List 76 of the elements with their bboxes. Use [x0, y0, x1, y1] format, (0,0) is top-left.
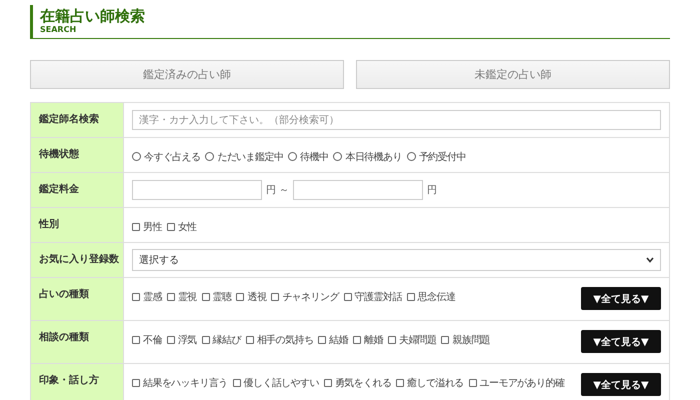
radio-option[interactable]: 本日待機あり: [333, 150, 402, 164]
checkbox-option[interactable]: ユーモアがあり的確: [468, 376, 564, 390]
checkbox[interactable]: [166, 293, 175, 301]
checkbox-option[interactable]: 結果をハッキリ言う: [132, 376, 228, 390]
checkbox-option[interactable]: 不倫: [132, 333, 162, 347]
row-label: 印象・話し方: [31, 364, 124, 400]
checkbox[interactable]: [132, 336, 140, 344]
checkbox[interactable]: [344, 293, 352, 301]
checkbox-option[interactable]: チャネリング: [271, 290, 339, 304]
radio-button[interactable]: [288, 152, 298, 161]
checkbox[interactable]: [324, 379, 332, 387]
checkbox-option[interactable]: 夫婦問題: [388, 333, 436, 347]
checkbox[interactable]: [318, 336, 326, 344]
checkbox[interactable]: [166, 336, 175, 344]
checkbox-option[interactable]: 浮気: [166, 333, 197, 347]
row-label: 鑑定料金: [31, 173, 124, 207]
price-min-field[interactable]: [132, 180, 262, 200]
row-label: 性別: [31, 208, 124, 242]
checkbox[interactable]: [396, 379, 404, 387]
checkbox[interactable]: [246, 336, 254, 344]
radio-button[interactable]: [205, 152, 214, 161]
favorites-dropdown[interactable]: 選択する: [132, 249, 661, 271]
checkbox-option[interactable]: 癒しで溢れる: [396, 376, 464, 390]
price-max-field[interactable]: [293, 180, 424, 200]
checkbox[interactable]: [388, 336, 396, 344]
checkbox-option[interactable]: 親族問題: [441, 333, 490, 347]
checkbox-option[interactable]: 勇気をくれる: [324, 376, 392, 390]
filter-button[interactable]: 鑑定済みの占い師: [30, 60, 344, 89]
checkbox-option[interactable]: 霊聴: [202, 290, 232, 304]
checkbox[interactable]: [232, 379, 241, 387]
show-all-button[interactable]: ▼全て見る▼: [581, 287, 661, 310]
section-subtitle: SEARCH: [40, 25, 78, 35]
checkbox-option[interactable]: 結婚: [318, 333, 348, 347]
show-all-button[interactable]: ▼全て見る▼: [581, 373, 661, 396]
filter-button[interactable]: 未鑑定の占い師: [356, 60, 670, 89]
checkbox[interactable]: [236, 293, 244, 301]
price-unit: 円: [427, 184, 438, 197]
price-unit: 円 ～: [266, 184, 290, 197]
checkbox[interactable]: [202, 336, 210, 344]
show-all-button[interactable]: ▼全て見る▼: [581, 330, 661, 353]
row-label: 占いの種類: [31, 278, 124, 320]
checkbox[interactable]: [468, 379, 477, 387]
row-label: お気に入り登録数: [31, 243, 124, 277]
radio-button[interactable]: [132, 152, 141, 161]
radio-button[interactable]: [406, 152, 416, 161]
radio-option[interactable]: 予約受付中: [406, 150, 466, 164]
radio-option[interactable]: 待機中: [288, 150, 328, 164]
radio-option[interactable]: 今すぐ占える: [132, 150, 200, 164]
checkbox-option[interactable]: 優しく話しやすい: [232, 376, 319, 390]
name-search-field[interactable]: 漢字・カナ入力して下さい。（部分検索可）: [132, 110, 661, 130]
checkbox-option[interactable]: 女性: [166, 220, 197, 234]
checkbox[interactable]: [202, 293, 210, 301]
chevron-down-icon: [646, 257, 654, 263]
checkbox-option[interactable]: 男性: [132, 220, 162, 234]
section-title: 在籍占い師検索: [40, 7, 146, 25]
radio-button[interactable]: [333, 152, 342, 161]
checkbox-option[interactable]: 霊視: [166, 290, 197, 304]
row-label: 相談の種類: [31, 321, 124, 363]
checkbox-option[interactable]: 縁結び: [202, 333, 241, 347]
row-label: 待機状態: [31, 138, 124, 172]
checkbox[interactable]: [441, 336, 450, 344]
radio-option[interactable]: ただいま鑑定中: [205, 150, 284, 164]
checkbox[interactable]: [406, 293, 415, 301]
checkbox-option[interactable]: 守護霊対話: [344, 290, 402, 304]
checkbox-option[interactable]: 相手の気持ち: [246, 333, 314, 347]
checkbox-option[interactable]: 霊感: [132, 290, 162, 304]
checkbox[interactable]: [166, 222, 175, 230]
checkbox[interactable]: [132, 293, 140, 301]
checkbox[interactable]: [132, 222, 140, 230]
row-label: 鑑定師名検索: [31, 103, 124, 137]
checkbox-option[interactable]: 思念伝達: [406, 290, 456, 304]
checkbox[interactable]: [271, 293, 280, 301]
checkbox[interactable]: [132, 379, 140, 387]
checkbox-option[interactable]: 透視: [236, 290, 266, 304]
checkbox-option[interactable]: 離婚: [353, 333, 383, 347]
checkbox[interactable]: [353, 336, 362, 344]
